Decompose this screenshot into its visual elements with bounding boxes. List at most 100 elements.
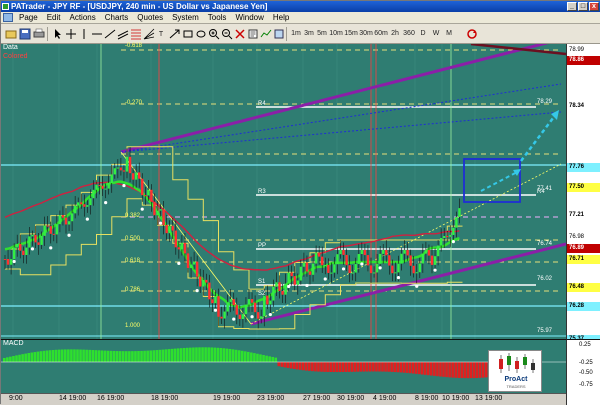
template-icon[interactable] [272, 27, 284, 40]
macd-bar [70, 349, 73, 362]
menu-page[interactable]: Page [19, 12, 38, 24]
candle-body [192, 261, 196, 265]
macd-bar [350, 362, 354, 372]
macd-bar [225, 348, 229, 362]
text-tool-icon[interactable]: T [155, 27, 167, 40]
signal-dot [213, 308, 218, 312]
macd-bar [219, 348, 223, 362]
candle-body [397, 263, 400, 273]
macd-bar [271, 356, 274, 362]
timeframe-10m[interactable]: 10m [329, 27, 343, 40]
indicator-icon[interactable] [259, 27, 272, 40]
properties-icon[interactable] [246, 27, 258, 40]
macd-bar [332, 362, 335, 373]
minimize-button[interactable]: _ [567, 2, 577, 11]
open-file-icon[interactable] [4, 27, 17, 40]
maximize-button[interactable]: □ [578, 2, 588, 11]
timeframe-30m[interactable]: 30m [359, 27, 373, 40]
arrow-tool-icon[interactable] [168, 27, 180, 40]
candle-body [232, 299, 235, 306]
print-icon[interactable] [32, 27, 45, 40]
refresh-icon[interactable] [465, 27, 477, 40]
platform-window: PATrader - JPY RF - [USDJPY, 240 min - U… [0, 0, 600, 405]
macd-bar [430, 362, 433, 376]
macd-bar [146, 350, 149, 362]
candle-body [37, 242, 40, 245]
menu-tools[interactable]: Tools [208, 12, 227, 24]
timeframe-D[interactable]: D [417, 27, 429, 40]
menu-window[interactable]: Window [235, 12, 263, 24]
delete-icon[interactable] [233, 27, 245, 40]
macd-panel[interactable] [1, 339, 566, 391]
macd-bar [115, 351, 119, 362]
zoom-out-icon[interactable] [220, 27, 233, 40]
macd-bar [140, 350, 143, 362]
crosshair-icon[interactable] [64, 27, 76, 40]
timeframe-2h[interactable]: 2h [389, 27, 401, 40]
macd-bar [112, 350, 116, 362]
candle-body [452, 227, 455, 235]
macd-bar [42, 350, 46, 362]
macd-bar [308, 362, 311, 371]
timeframe-60m[interactable]: 60m [374, 27, 388, 40]
candle-body [263, 295, 266, 317]
fibonacci-icon[interactable] [129, 27, 141, 40]
menu-charts[interactable]: Charts [105, 12, 129, 24]
menu-quotes[interactable]: Quotes [137, 12, 163, 24]
signal-dot [85, 217, 89, 221]
candle-body [46, 225, 49, 227]
cursor-icon[interactable] [51, 27, 63, 40]
timeframe-15m[interactable]: 15m [344, 27, 358, 40]
candle-body [98, 185, 101, 187]
candle-body [125, 156, 129, 172]
menu-actions[interactable]: Actions [69, 12, 95, 24]
document-icon[interactable] [3, 13, 13, 22]
chart-canvas[interactable] [1, 44, 566, 339]
timeframe-W[interactable]: W [430, 27, 442, 40]
zoom-in-icon[interactable] [207, 27, 220, 40]
macd-bar [128, 351, 131, 362]
candle-body [28, 236, 31, 248]
channel-icon[interactable] [116, 27, 129, 40]
menu-edit[interactable]: Edit [47, 12, 61, 24]
macd-bar [365, 362, 369, 372]
projection-line [250, 163, 562, 325]
macd-bar [356, 362, 360, 372]
candle-body [156, 210, 159, 216]
rectangle-tool-icon[interactable] [181, 27, 193, 40]
signal-dot [268, 312, 272, 317]
fib-label: -0.270 [125, 100, 143, 106]
candle-body [348, 265, 351, 274]
vertical-line-icon[interactable] [77, 27, 89, 40]
timeframe-360[interactable]: 360 [402, 27, 416, 40]
macd-bar [298, 362, 302, 370]
timeframe-1m[interactable]: 1m [290, 27, 302, 40]
timeframe-5m[interactable]: 5m [316, 27, 328, 40]
macd-bar [182, 347, 186, 362]
candle-body [208, 282, 211, 300]
logo-candles-icon [499, 353, 535, 373]
save-icon[interactable] [18, 27, 31, 40]
macd-bar [353, 362, 357, 372]
gann-fan-icon[interactable] [142, 27, 155, 40]
menu-system[interactable]: System [172, 12, 199, 24]
macd-bar [48, 350, 52, 362]
timeframe-3m[interactable]: 3m [303, 27, 315, 40]
candle-body [345, 254, 348, 266]
menu-help[interactable]: Help [273, 12, 289, 24]
macd-bar [186, 347, 189, 362]
fib-label: 1.000 [125, 323, 141, 329]
macd-bar [375, 362, 378, 372]
close-button[interactable]: x [589, 2, 599, 11]
candle-body [31, 234, 34, 237]
title-bar[interactable]: PATrader - JPY RF - [USDJPY, 240 min - U… [1, 1, 600, 12]
candle-body [55, 224, 59, 235]
timeframe-M[interactable]: M [443, 27, 455, 40]
time-axis[interactable]: 9:00 14 19:00 16 19:00 18 19:00 19 19:00 23 1… [1, 393, 566, 405]
trendline-icon[interactable] [103, 27, 116, 40]
toolbar: T 1m 3m 5m 10m 15m 30m 60m 2h 360 D W M [1, 24, 600, 44]
horizontal-line-icon[interactable] [90, 27, 102, 40]
candle-body [409, 255, 412, 266]
candle-body [211, 299, 214, 304]
ellipse-tool-icon[interactable] [194, 27, 206, 40]
